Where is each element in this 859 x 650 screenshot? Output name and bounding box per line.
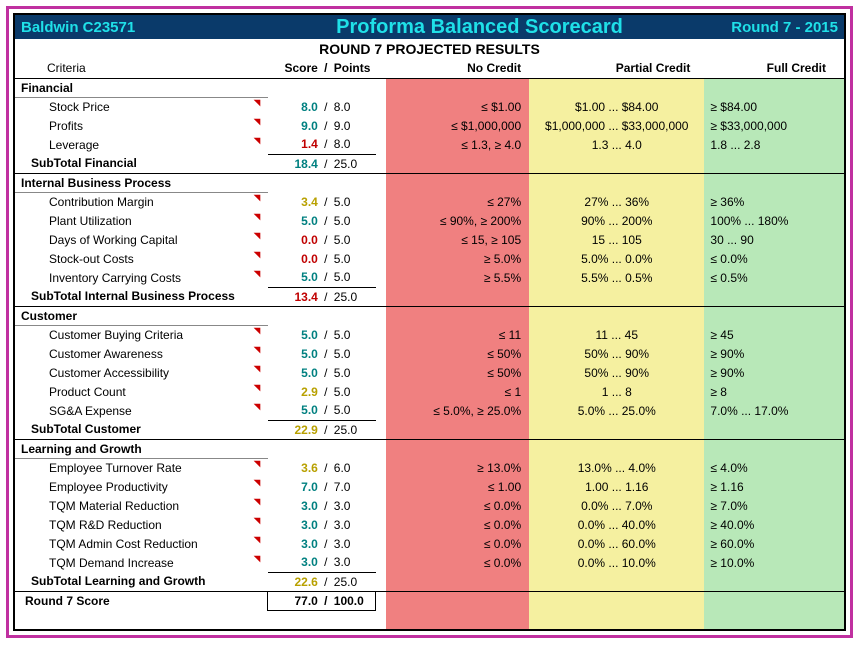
row-product-count: Product Count 2.9 / 5.0 ≤ 1 1 ... 8 ≥ 8 — [15, 382, 844, 401]
row-accessibility: Customer Accessibility 5.0 / 5.0 ≤ 50% 5… — [15, 363, 844, 382]
score-value: 8.0 — [268, 97, 320, 116]
row-profits: Profits 9.0 / 9.0 ≤ $1,000,000 $1,000,00… — [15, 116, 844, 135]
row-leverage: Leverage 1.4 / 8.0 ≤ 1.3, ≥ 4.0 1.3 ... … — [15, 135, 844, 154]
scorecard-table: Criteria Score / Points No Credit Partia… — [15, 59, 844, 629]
row-stockout: Stock-out Costs 0.0 / 5.0 ≥ 5.0% 5.0% ..… — [15, 249, 844, 268]
grand-total-label: Round 7 Score — [15, 591, 268, 610]
row-tqm-demand: TQM Demand Increase 3.0 / 3.0 ≤ 0.0% 0.0… — [15, 553, 844, 572]
header-points: Points — [332, 59, 376, 78]
row-tqm-admin: TQM Admin Cost Reduction 3.0 / 3.0 ≤ 0.0… — [15, 534, 844, 553]
row-plant-utilization: Plant Utilization 5.0 / 5.0 ≤ 90%, ≥ 200… — [15, 211, 844, 230]
section-learning: Learning and Growth — [15, 439, 844, 458]
outer-frame: Baldwin C23571 Proforma Balanced Scoreca… — [6, 6, 853, 638]
subtotal-learning: SubTotal Learning and Growth 22.6 / 25.0 — [15, 572, 844, 591]
header-bar: Baldwin C23571 Proforma Balanced Scoreca… — [15, 15, 844, 39]
section-customer: Customer — [15, 306, 844, 325]
section-financial: Financial — [15, 78, 844, 97]
header-partial-credit: Partial Credit — [529, 59, 704, 78]
row-working-capital: Days of Working Capital 0.0 / 5.0 ≤ 15, … — [15, 230, 844, 249]
grand-total-row: Round 7 Score 77.0 / 100.0 — [15, 591, 844, 610]
no-credit-value: ≤ $1.00 — [386, 97, 529, 116]
header-full-credit: Full Credit — [704, 59, 844, 78]
header-criteria: Criteria — [15, 59, 268, 78]
grand-total-points: 100.0 — [332, 591, 376, 610]
header-no-credit: No Credit — [386, 59, 529, 78]
subtotal-financial: SubTotal Financial 18.4 / 25.0 — [15, 154, 844, 173]
section-title: Financial — [15, 78, 268, 97]
full-credit-value: ≥ $84.00 — [704, 97, 844, 116]
row-sga: SG&A Expense 5.0 / 5.0 ≤ 5.0%, ≥ 25.0% 5… — [15, 401, 844, 420]
row-buying-criteria: Customer Buying Criteria 5.0 / 5.0 ≤ 11 … — [15, 325, 844, 344]
subtotal-ibp: SubTotal Internal Business Process 13.4 … — [15, 287, 844, 306]
subtitle: ROUND 7 PROJECTED RESULTS — [15, 39, 844, 59]
row-productivity: Employee Productivity 7.0 / 7.0 ≤ 1.00 1… — [15, 477, 844, 496]
grand-total-score: 77.0 — [268, 591, 320, 610]
row-turnover: Employee Turnover Rate 3.6 / 6.0 ≥ 13.0%… — [15, 458, 844, 477]
round-label: Round 7 - 2015 — [688, 19, 838, 36]
row-awareness: Customer Awareness 5.0 / 5.0 ≤ 50% 50% .… — [15, 344, 844, 363]
row-tqm-material: TQM Material Reduction 3.0 / 3.0 ≤ 0.0% … — [15, 496, 844, 515]
company-name: Baldwin C23571 — [21, 19, 271, 36]
column-header-row: Criteria Score / Points No Credit Partia… — [15, 59, 844, 78]
partial-credit-value: $1.00 ... $84.00 — [529, 97, 704, 116]
report-title: Proforma Balanced Scorecard — [271, 16, 688, 39]
bottom-spacer — [15, 610, 844, 629]
row-stock-price: Stock Price 8.0 / 8.0 ≤ $1.00 $1.00 ... … — [15, 97, 844, 116]
points-value: 8.0 — [332, 97, 376, 116]
criteria-label: Stock Price — [15, 97, 268, 116]
scorecard-panel: Baldwin C23571 Proforma Balanced Scoreca… — [13, 13, 846, 631]
header-score: Score — [268, 59, 320, 78]
header-slash: / — [320, 59, 332, 78]
section-ibp: Internal Business Process — [15, 173, 844, 192]
row-contribution-margin: Contribution Margin 3.4 / 5.0 ≤ 27% 27% … — [15, 192, 844, 211]
row-tqm-rd: TQM R&D Reduction 3.0 / 3.0 ≤ 0.0% 0.0% … — [15, 515, 844, 534]
row-inventory: Inventory Carrying Costs 5.0 / 5.0 ≥ 5.5… — [15, 268, 844, 287]
subtotal-customer: SubTotal Customer 22.9 / 25.0 — [15, 420, 844, 439]
